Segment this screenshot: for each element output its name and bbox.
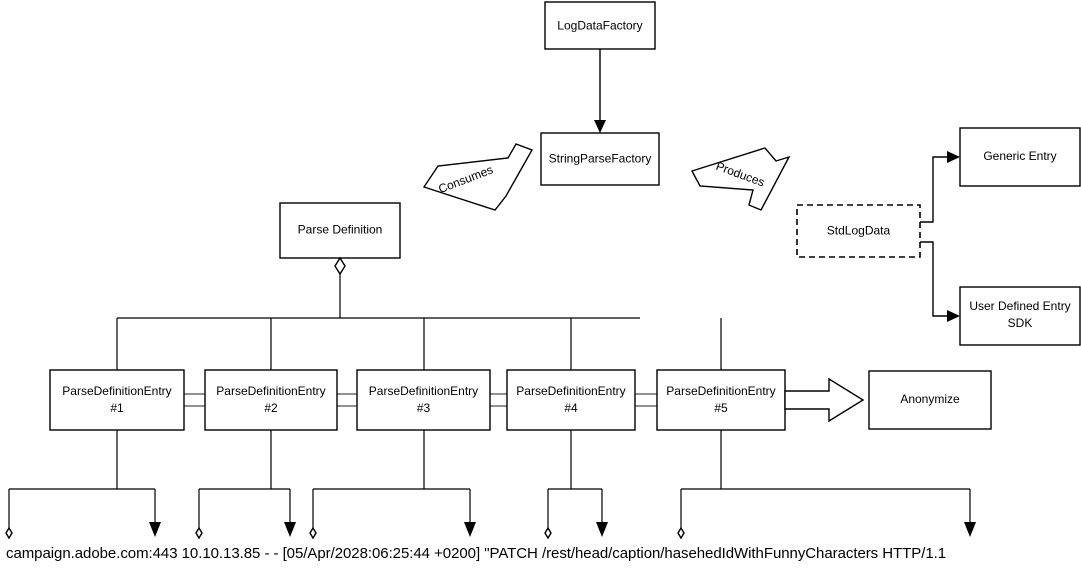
bracket-entry-5 [677, 430, 976, 540]
edge-stdlogdata-to-user-defined-entry [920, 241, 960, 322]
node-label-line2: #3 [417, 401, 431, 415]
bracket-entry-1 [5, 430, 161, 540]
node-label-line2: #1 [110, 401, 124, 415]
architecture-diagram-svg: LogDataFactory StringParseFactory Consum… [5, 1, 1081, 540]
bracket-entry-3 [309, 430, 476, 540]
node-box [656, 369, 786, 431]
node-label-line1: ParseDefinitionEntry [369, 384, 478, 398]
arrowhead-icon [947, 310, 960, 322]
node-label: StringParseFactory [549, 152, 652, 166]
node-label-line2: #5 [714, 401, 728, 415]
node-parse-definition-entry-2[interactable]: ParseDefinitionEntry #2 [204, 369, 338, 431]
bracket-entry-4 [544, 430, 608, 540]
node-label-line1: ParseDefinitionEntry [216, 384, 325, 398]
bracket-end-arrowhead-icon [964, 522, 976, 537]
bracket-end-arrowhead-icon [149, 522, 161, 537]
bracket-start-diamond-icon [677, 526, 685, 540]
node-label-line2: #2 [264, 401, 278, 415]
edge-line [920, 241, 951, 317]
node-box [506, 369, 636, 431]
node-label: Generic Entry [983, 149, 1056, 163]
node-user-defined-entry[interactable]: User Defined Entry SDK [959, 286, 1081, 346]
node-label-line1: ParseDefinitionEntry [666, 384, 775, 398]
node-label-line1: ParseDefinitionEntry [516, 384, 625, 398]
node-std-log-data[interactable]: StdLogData [796, 204, 921, 258]
node-label: LogDataFactory [557, 19, 642, 33]
node-parse-definition[interactable]: Parse Definition [279, 202, 401, 259]
node-parse-definition-entry-4[interactable]: ParseDefinitionEntry #4 [506, 369, 636, 431]
diagram-canvas: LogDataFactory StringParseFactory Consum… [0, 0, 1081, 581]
block-arrow-shape [784, 377, 865, 423]
node-label: Anonymize [900, 392, 960, 406]
node-parse-definition-entry-1[interactable]: ParseDefinitionEntry #1 [49, 369, 185, 431]
bracket-start-diamond-icon [544, 526, 552, 540]
bracket-end-arrowhead-icon [464, 522, 476, 537]
node-anonymize[interactable]: Anonymize [868, 370, 992, 430]
node-label-line1: User Defined Entry [969, 299, 1070, 313]
edge-line [920, 156, 951, 223]
bracket-start-diamond-icon [195, 526, 203, 540]
bracket-end-arrowhead-icon [284, 522, 296, 537]
node-box [204, 369, 338, 431]
bracket-start-diamond-icon [309, 526, 317, 540]
log-line-text: campaign.adobe.com:443 10.10.13.85 - - [… [6, 545, 947, 562]
node-box [356, 369, 491, 431]
node-parse-definition-entry-5[interactable]: ParseDefinitionEntry #5 [656, 369, 786, 431]
edge-stdlogdata-to-generic-entry [920, 151, 960, 223]
aggregation-diamond-icon [334, 256, 346, 276]
node-generic-entry[interactable]: Generic Entry [959, 127, 1081, 187]
bracket-end-arrowhead-icon [596, 522, 608, 537]
node-label: Parse Definition [298, 223, 383, 237]
block-arrow-to-anonymize [784, 377, 865, 423]
node-box [49, 369, 185, 431]
block-arrow-produces: Produces [690, 147, 791, 211]
arrowhead-icon [947, 151, 960, 163]
block-arrow-consumes: Consumes [422, 143, 534, 211]
bracket-start-diamond-icon [5, 526, 13, 540]
node-parse-definition-entry-3[interactable]: ParseDefinitionEntry #3 [356, 369, 491, 431]
bracket-entry-2 [195, 430, 296, 540]
node-label: StdLogData [827, 224, 891, 238]
node-label-line1: ParseDefinitionEntry [62, 384, 171, 398]
arrowhead-icon [594, 120, 606, 133]
node-label-line2: #4 [564, 401, 578, 415]
aggregation-parse-definition-entries [116, 256, 722, 370]
node-string-parse-factory[interactable]: StringParseFactory [540, 132, 660, 186]
node-log-data-factory[interactable]: LogDataFactory [544, 1, 656, 50]
node-label-line2: SDK [1008, 316, 1033, 330]
edge-logdatafactory-to-stringparsefactory [594, 49, 606, 133]
